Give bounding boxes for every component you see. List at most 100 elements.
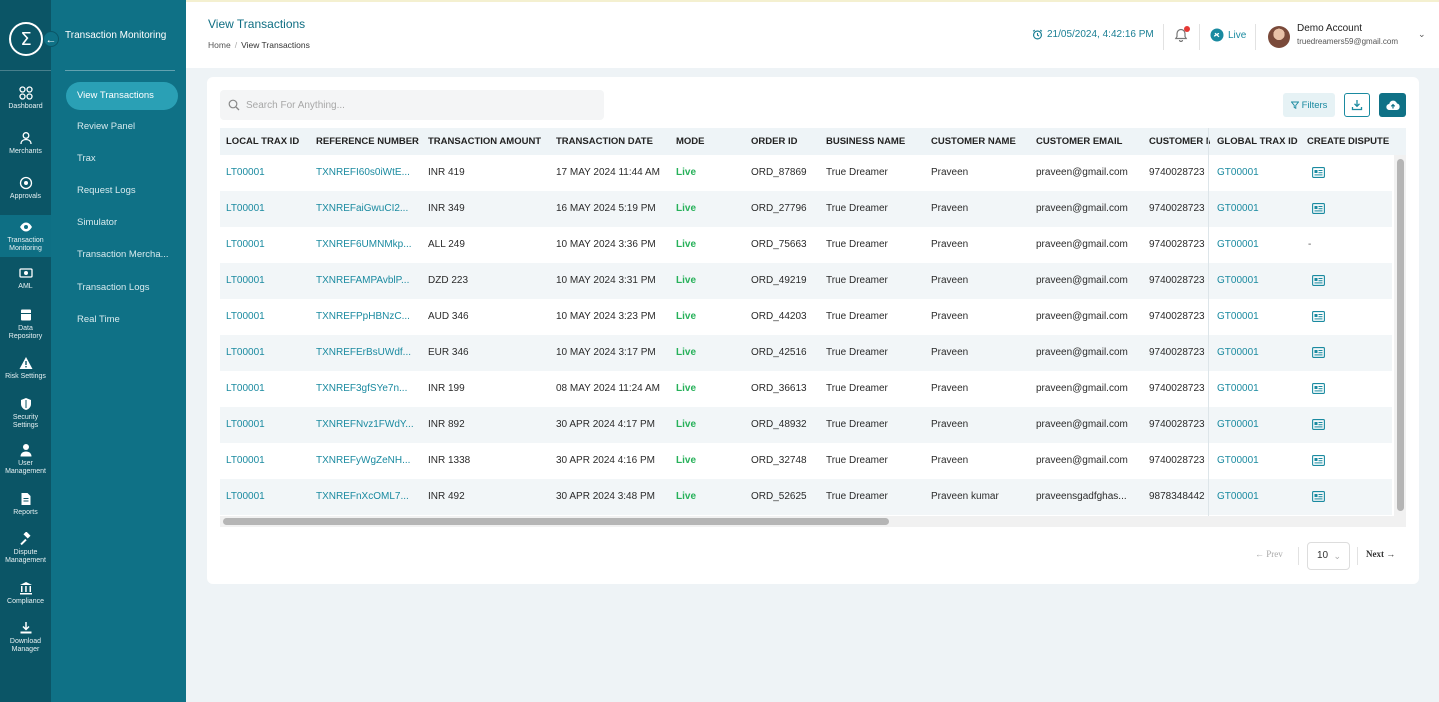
scroll-thumb[interactable] <box>223 518 889 525</box>
submenu-simulator[interactable]: Simulator <box>66 209 178 237</box>
column-header[interactable]: MODE <box>676 128 736 155</box>
create-dispute-icon[interactable] <box>1312 419 1325 430</box>
table-row[interactable]: LT00001 TXNREF3gfSYe7n... INR 199 08 MAY 20… <box>220 371 1392 407</box>
next-page-button[interactable]: Next → <box>1366 549 1395 559</box>
download-button[interactable] <box>1344 93 1370 117</box>
vertical-scrollbar[interactable] <box>1394 155 1406 516</box>
column-header[interactable]: TRANSACTION DATE <box>556 128 668 155</box>
rail-item-approvals[interactable]: Approvals <box>0 176 51 208</box>
column-header[interactable]: ORDER ID <box>751 128 817 155</box>
rail-item-compliance[interactable]: Compliance <box>0 581 51 611</box>
create-dispute-icon[interactable] <box>1312 167 1325 178</box>
rail-item-data-repository[interactable]: Data Repository <box>0 308 51 344</box>
rail-item-merchants[interactable]: Merchants <box>0 131 51 163</box>
table-row[interactable]: LT00001 TXNREFPpHBNzC... AUD 346 10 MAY 202… <box>220 299 1392 335</box>
create-dispute-icon[interactable] <box>1312 491 1325 502</box>
local-trax-id-cell[interactable]: LT00001 <box>226 263 312 299</box>
table-row[interactable]: LT00001 TXNREFNvz1FWdY... INR 892 30 APR 20… <box>220 407 1392 443</box>
column-header[interactable]: REFERENCE NUMBER <box>316 128 422 155</box>
rail-item-risk-settings[interactable]: Risk Settings <box>0 356 51 386</box>
table-row[interactable]: LT00001 TXNREFaiGwuCI2... INR 349 16 MAY 20… <box>220 191 1392 227</box>
reference-number-cell[interactable]: TXNREFnXcOML7... <box>316 479 422 515</box>
logo[interactable]: Σ <box>9 22 43 56</box>
submenu-real-time[interactable]: Real Time <box>66 306 178 334</box>
column-header[interactable]: CREATE DISPUTE <box>1307 128 1393 155</box>
table-row[interactable]: LT00001 TXNREFI60s0iWtE... INR 419 17 MAY 2… <box>220 155 1392 191</box>
global-trax-id-cell[interactable]: GT00001 <box>1217 299 1303 335</box>
reference-number-cell[interactable]: TXNREF6UMNMkp... <box>316 227 422 263</box>
reference-number-cell[interactable]: TXNREFPpHBNzC... <box>316 299 422 335</box>
reference-number-cell[interactable]: TXNREFaiGwuCI2... <box>316 191 422 227</box>
global-trax-id-cell[interactable]: GT00001 <box>1217 479 1303 515</box>
table-row[interactable]: LT00001 TXNREFErBsUWdf... EUR 346 10 MAY 20… <box>220 335 1392 371</box>
reference-number-cell[interactable]: TXNREFErBsUWdf... <box>316 335 422 371</box>
reference-number-cell[interactable]: TXNREF3gfSYe7n... <box>316 371 422 407</box>
local-trax-id-cell[interactable]: LT00001 <box>226 407 312 443</box>
create-dispute-icon[interactable] <box>1312 275 1325 286</box>
table-row[interactable]: LT00001 TXNREF6UMNMkp... ALL 249 10 MAY 202… <box>220 227 1392 263</box>
live-mode-toggle[interactable]: Live <box>1210 28 1246 42</box>
filters-button[interactable]: Filters <box>1283 93 1335 117</box>
table-row[interactable]: LT00001 TXNREFyWgZeNH... INR 1338 30 APR 20… <box>220 443 1392 479</box>
prev-page-button[interactable]: ← Prev <box>1255 549 1283 559</box>
submenu-view-transactions[interactable]: View Transactions <box>66 82 178 110</box>
rail-item-reports[interactable]: Reports <box>0 492 51 522</box>
submenu-request-logs[interactable]: Request Logs <box>66 177 178 205</box>
scroll-thumb[interactable] <box>1397 159 1404 511</box>
column-header[interactable]: CUSTOMER NAME <box>931 128 1029 155</box>
local-trax-id-cell[interactable]: LT00001 <box>226 155 312 191</box>
reference-number-cell[interactable]: TXNREFI60s0iWtE... <box>316 155 422 191</box>
rail-item-user-management[interactable]: User Management <box>0 443 51 479</box>
back-arrow-icon[interactable]: ← <box>43 31 59 47</box>
rail-item-aml[interactable]: AML <box>0 266 51 298</box>
global-trax-id-cell[interactable]: GT00001 <box>1217 371 1303 407</box>
column-header[interactable]: TRANSACTION AMOUNT <box>428 128 550 155</box>
global-trax-id-cell[interactable]: GT00001 <box>1217 155 1303 191</box>
global-trax-id-cell[interactable]: GT00001 <box>1217 443 1303 479</box>
local-trax-id-cell[interactable]: LT00001 <box>226 191 312 227</box>
reference-number-cell[interactable]: TXNREFNvz1FWdY... <box>316 407 422 443</box>
rail-item-transaction-monitoring[interactable]: Transaction Monitoring <box>0 215 51 257</box>
table-row[interactable]: LT00001 TXNREFAMPAvblP... DZD 223 10 MAY 20… <box>220 263 1392 299</box>
cloud-upload-button[interactable] <box>1379 93 1406 117</box>
local-trax-id-cell[interactable]: LT00001 <box>226 479 312 515</box>
chevron-down-icon[interactable]: ⌄ <box>1418 29 1426 40</box>
local-trax-id-cell[interactable]: LT00001 <box>226 335 312 371</box>
global-trax-id-cell[interactable]: GT00001 <box>1217 407 1303 443</box>
create-dispute-icon[interactable] <box>1312 455 1325 466</box>
local-trax-id-cell[interactable]: LT00001 <box>226 371 312 407</box>
breadcrumb-home[interactable]: Home <box>208 40 231 50</box>
global-trax-id-cell[interactable]: GT00001 <box>1217 227 1303 263</box>
create-dispute-icon[interactable] <box>1312 203 1325 214</box>
create-dispute-icon[interactable] <box>1312 383 1325 394</box>
reference-number-cell[interactable]: TXNREFyWgZeNH... <box>316 443 422 479</box>
avatar[interactable] <box>1268 26 1290 48</box>
page-size-select[interactable]: 10 ⌄ <box>1307 542 1350 570</box>
submenu-transaction-merchant[interactable]: Transaction Mercha... <box>66 241 178 269</box>
submenu-transaction-logs[interactable]: Transaction Logs <box>66 274 178 302</box>
create-dispute-icon[interactable] <box>1312 311 1325 322</box>
submenu-review-panel[interactable]: Review Panel <box>66 113 178 141</box>
account-name[interactable]: Demo Account <box>1297 23 1362 34</box>
global-trax-id-cell[interactable]: GT00001 <box>1217 191 1303 227</box>
rail-item-dashboard[interactable]: Dashboard <box>0 86 51 118</box>
local-trax-id-cell[interactable]: LT00001 <box>226 443 312 479</box>
horizontal-scrollbar[interactable] <box>220 516 1406 527</box>
global-trax-id-cell[interactable]: GT00001 <box>1217 263 1303 299</box>
submenu-trax[interactable]: Trax <box>66 145 178 173</box>
column-header[interactable]: LOCAL TRAX ID <box>226 128 312 155</box>
global-trax-id-cell[interactable]: GT00001 <box>1217 335 1303 371</box>
table-row[interactable]: LT00001 TXNREFnXcOML7... INR 492 30 APR 202… <box>220 479 1392 515</box>
rail-item-download-manager[interactable]: Download Manager <box>0 621 51 661</box>
column-header[interactable]: GLOBAL TRAX ID <box>1217 128 1305 155</box>
column-header[interactable]: CUSTOMER M <box>1149 128 1210 155</box>
column-header[interactable]: BUSINESS NAME <box>826 128 924 155</box>
column-header[interactable]: CUSTOMER EMAIL <box>1036 128 1144 155</box>
create-dispute-icon[interactable] <box>1312 347 1325 358</box>
search-input[interactable] <box>246 90 596 120</box>
rail-item-security-settings[interactable]: Security Settings <box>0 397 51 433</box>
reference-number-cell[interactable]: TXNREFAMPAvblP... <box>316 263 422 299</box>
rail-item-dispute-management[interactable]: Dispute Management <box>0 532 51 568</box>
local-trax-id-cell[interactable]: LT00001 <box>226 299 312 335</box>
local-trax-id-cell[interactable]: LT00001 <box>226 227 312 263</box>
